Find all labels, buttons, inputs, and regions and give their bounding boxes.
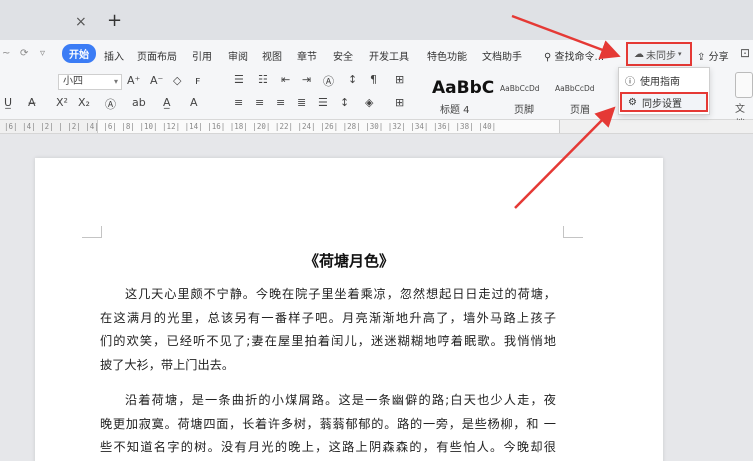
strikethrough-icon[interactable]: A̶	[28, 96, 36, 109]
cloud-icon: ☁	[634, 48, 644, 60]
align-right-icon[interactable]: ≡	[276, 96, 285, 109]
document-icon[interactable]	[735, 72, 753, 98]
increase-indent-icon[interactable]: ⇥	[302, 73, 311, 86]
share-label: 分享	[708, 52, 729, 63]
font-size-value: 小四	[63, 76, 83, 87]
numbering-icon[interactable]: ☷	[258, 73, 268, 86]
paragraph-line: 在这满月的光里，总该另有一番样子吧。月亮渐渐地升高了，墙外马路上孩子	[100, 310, 556, 325]
search-icon: ⚲	[544, 52, 552, 63]
menu-view[interactable]: 视图	[262, 48, 282, 63]
ruler-ticks: |6| |4| |2| | |2| |4| |6| |8| |10| |12| …	[4, 122, 497, 131]
menu-item-sync-settings[interactable]: ⚙ 同步设置	[620, 92, 708, 112]
menu-bar: ~ ⟳ ▿ 开始 插入 页面布局 引用 审阅 视图 章节 安全 开发工具 特色功…	[0, 40, 753, 68]
align-left-icon[interactable]: ≡	[234, 96, 243, 109]
paragraph-line: 这几天心里颇不宁静。今晚在院子里坐着乘凉，忽然想起日日走过的荷塘，	[125, 287, 556, 301]
decrease-indent-icon[interactable]: ⇤	[281, 73, 290, 86]
info-icon: ⓘ	[625, 76, 635, 88]
phonetic-icon[interactable]: ꜰ	[195, 74, 200, 87]
paragraph-line: 沿着荷塘，是一条曲折的小煤屑路。这是一条幽僻的路;白天也少人走，夜	[125, 393, 556, 407]
sync-status-label: 未同步	[646, 50, 676, 62]
font-color-icon[interactable]: A̲	[163, 96, 171, 109]
paragraph-line: 晚更加寂寞。荷塘四面，长着许多树，蓊蓊郁郁的。路的一旁，是些杨柳，和 一	[100, 416, 556, 431]
paragraph-line: 们的欢笑，已经听不见了;妻在屋里拍着闰儿，迷迷糊糊地哼着眠歌。我悄悄地	[100, 334, 556, 348]
style-footer-sample[interactable]: AaBbCcDd	[500, 84, 540, 93]
font-size-select[interactable]: 小四 ▾	[58, 74, 122, 90]
style-header-sample[interactable]: AaBbCcDd	[555, 84, 595, 93]
sync-settings-label: 同步设置	[641, 98, 682, 110]
margin-corner-left	[82, 226, 102, 238]
paragraph-line: 披了大衫，带上门出去。	[100, 357, 235, 372]
paragraph-2: 沿着荷塘，是一条曲折的小煤屑路。这是一条幽僻的路;白天也少人走，夜 晚更加寂寞。…	[100, 389, 556, 460]
user-guide-label: 使用指南	[640, 76, 680, 88]
tab-close-icon[interactable]: ×	[75, 14, 87, 30]
menu-doc-assistant[interactable]: 文档助手	[482, 48, 522, 63]
justify-icon[interactable]: ≣	[297, 96, 306, 109]
menu-review[interactable]: 审阅	[228, 48, 248, 63]
command-search[interactable]: ⚲ 查找命令...	[544, 48, 604, 63]
share-button[interactable]: ⇪ 分享	[697, 48, 729, 63]
menu-security[interactable]: 安全	[333, 48, 353, 63]
text-effect-icon[interactable]: Ⓐ	[105, 96, 116, 112]
style-heading4-sample[interactable]: AaBbC	[432, 78, 494, 98]
char-spacing-icon[interactable]: Ⓐ	[323, 73, 334, 89]
chevron-down-icon: ▾	[678, 50, 682, 58]
quick-access-dropdown-icon[interactable]: ▿	[40, 48, 45, 59]
line-spacing-icon[interactable]: ↕	[340, 96, 349, 109]
document-page[interactable]: 《荷塘月色》 这几天心里颇不宁静。今晚在院子里坐着乘凉，忽然想起日日走过的荷塘，…	[35, 158, 663, 461]
redo-icon[interactable]: ~	[2, 48, 10, 59]
tab-bar: × +	[0, 0, 753, 40]
styles-gallery: AaBbC 标题 4 AaBbCcDd 页脚 AaBbCcDd 页眉	[428, 72, 628, 116]
menu-developer-tools[interactable]: 开发工具	[369, 48, 409, 63]
shrink-font-icon[interactable]: A⁻	[150, 74, 163, 87]
show-marks-icon[interactable]: ¶	[370, 73, 377, 86]
paragraph-1: 这几天心里颇不宁静。今晚在院子里坐着乘凉，忽然想起日日走过的荷塘， 在这满月的光…	[100, 283, 556, 377]
shading-icon[interactable]: ◈	[365, 96, 373, 109]
distributed-icon[interactable]: ☰	[318, 96, 328, 109]
chevron-down-icon: ▾	[113, 77, 118, 86]
menu-page-layout[interactable]: 页面布局	[137, 48, 177, 63]
command-search-label: 查找命令...	[554, 52, 605, 63]
new-tab-icon[interactable]: +	[107, 10, 122, 31]
underline-icon[interactable]: U̲	[4, 96, 12, 109]
bullets-icon[interactable]: ☰	[234, 73, 244, 86]
menu-references[interactable]: 引用	[192, 48, 212, 63]
sync-dropdown-menu: ⓘ 使用指南 ⚙ 同步设置	[618, 67, 710, 115]
clear-format-icon[interactable]: ◇	[173, 74, 181, 87]
menu-insert[interactable]: 插入	[104, 48, 124, 63]
gear-icon: ⚙	[628, 96, 637, 108]
sync-status-button[interactable]: ☁ 未同步 ▾	[626, 42, 692, 66]
menu-item-user-guide[interactable]: ⓘ 使用指南	[619, 70, 709, 90]
borders-icon[interactable]: ⊞	[395, 96, 404, 109]
menu-section[interactable]: 章节	[297, 48, 317, 63]
superscript-icon[interactable]: X²	[56, 96, 68, 109]
align-center-icon[interactable]: ≡	[255, 96, 264, 109]
undo-icon[interactable]: ⟳	[20, 48, 28, 59]
document-title: 《荷塘月色》	[303, 252, 394, 270]
menu-start[interactable]: 开始	[62, 44, 96, 63]
style-header-name: 页眉	[570, 105, 590, 116]
style-heading4-name: 标题 4	[440, 105, 470, 116]
style-footer-name: 页脚	[514, 105, 534, 116]
paragraph-line: 些不知道名字的树。没有月光的晚上，这路上阴森森的，有些怕人。今晚却很	[100, 440, 556, 454]
table-icon[interactable]: ⊞	[395, 73, 404, 86]
menu-special-features[interactable]: 特色功能	[427, 48, 467, 63]
share-icon: ⇪	[697, 52, 706, 63]
char-border-icon[interactable]: A	[190, 96, 198, 109]
grow-font-icon[interactable]: A⁺	[127, 74, 140, 87]
ruler[interactable]: |6| |4| |2| | |2| |4| |6| |8| |10| |12| …	[0, 120, 753, 134]
margin-corner-right	[563, 226, 583, 238]
highlight-icon[interactable]: ab	[132, 96, 146, 109]
subscript-icon[interactable]: X₂	[78, 96, 90, 109]
sort-icon[interactable]: ↕	[348, 73, 357, 86]
more-icon[interactable]: ⊡	[740, 46, 750, 60]
